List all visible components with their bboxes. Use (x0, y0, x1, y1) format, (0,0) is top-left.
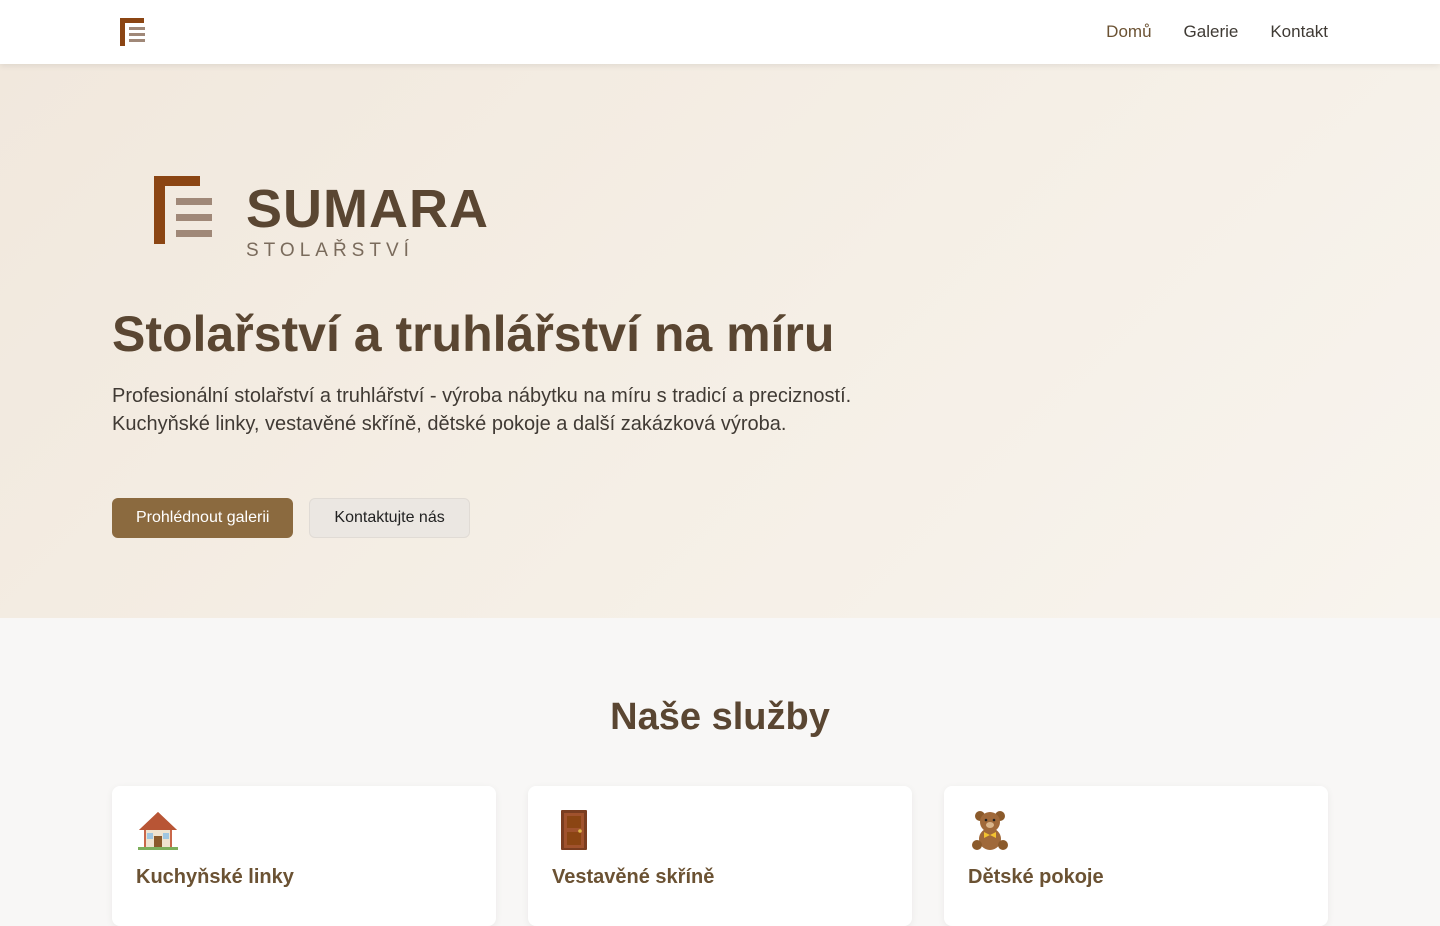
service-title: Kuchyňské linky (136, 866, 294, 888)
service-cards: Kuchyňské linky Vestavěné skříně Dětské … (112, 786, 1328, 926)
services-title: Naše služby (610, 696, 830, 738)
nav-link-home[interactable]: Domů (1106, 22, 1151, 42)
nav-link-gallery[interactable]: Galerie (1184, 22, 1239, 42)
sumara-logo-icon[interactable] (120, 18, 146, 46)
hero-section: SUMARA STOLAŘSTVÍ Stolařství a truhlářst… (0, 64, 1440, 618)
hero-buttons: Prohlédnout galerii Kontaktujte nás (112, 498, 470, 538)
contact-us-button[interactable]: Kontaktujte nás (309, 498, 470, 538)
service-card-wardrobes[interactable]: Vestavěné skříně (528, 786, 912, 926)
teddy-bear-icon (972, 811, 1008, 850)
service-title: Dětské pokoje (968, 866, 1104, 888)
service-title: Vestavěné skříně (552, 866, 715, 888)
sumara-logo-mark-icon (154, 176, 212, 244)
services-section: Naše služby Kuchyňské linky Vestavěné sk… (0, 618, 1440, 926)
main-nav: Domů Galerie Kontakt (1106, 0, 1328, 64)
hero-description: Profesionální stolařství a truhlářství -… (112, 385, 852, 435)
house-icon (138, 812, 178, 850)
brand-name: SUMARA (246, 179, 489, 239)
door-icon (561, 810, 587, 850)
brand-subtitle: STOLAŘSTVÍ (246, 240, 414, 261)
nav-link-contact[interactable]: Kontakt (1270, 22, 1328, 42)
brand-text: SUMARA STOLAŘSTVÍ (246, 182, 489, 262)
view-gallery-button[interactable]: Prohlédnout galerii (112, 498, 294, 538)
hero-brand-logo: SUMARA STOLAŘSTVÍ (154, 176, 489, 262)
top-navbar: Domů Galerie Kontakt (0, 0, 1440, 64)
service-card-kitchens[interactable]: Kuchyňské linky (112, 786, 496, 926)
hero-title: Stolařství a truhlářství na míru (112, 306, 835, 362)
service-card-kids-rooms[interactable]: Dětské pokoje (944, 786, 1328, 926)
